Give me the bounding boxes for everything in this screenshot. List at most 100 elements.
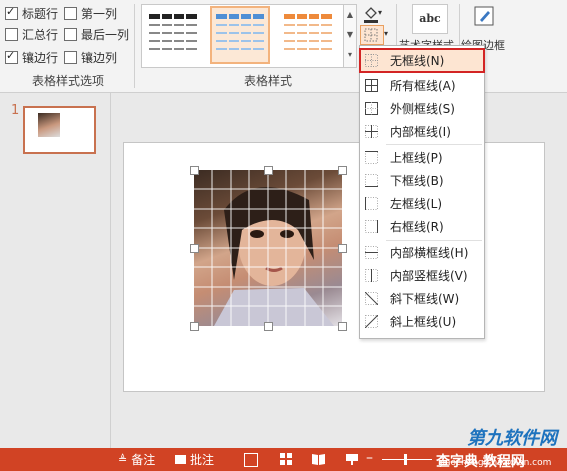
- gallery-more-icon[interactable]: ▾: [344, 45, 356, 65]
- table-style-plain[interactable]: [145, 8, 201, 62]
- slide-sorter-view-icon[interactable]: [280, 453, 292, 465]
- menu-item-label: 内部横框线(H): [390, 246, 469, 260]
- projector-icon: [346, 454, 358, 465]
- menu-item-label: 内部竖框线(V): [390, 269, 468, 283]
- comments-label: 批注: [190, 453, 215, 467]
- inside-vertical-border-icon: [365, 269, 378, 282]
- wordart-quick-styles-icon[interactable]: abc: [412, 4, 448, 34]
- menu-separator: [386, 144, 482, 145]
- menu-item-label: 无框线(N): [390, 54, 445, 68]
- slideshow-view-icon[interactable]: [346, 453, 358, 465]
- gallery-scroll-down-icon[interactable]: ▼: [344, 25, 356, 45]
- first-column-label: 第一列: [81, 6, 118, 21]
- checkbox-empty-icon: [5, 27, 18, 41]
- table-gridlines: [194, 170, 342, 326]
- draw-borders-icon: [474, 6, 494, 26]
- banded-columns-label: 镶边列: [81, 50, 118, 65]
- borders-dropdown-icon[interactable]: ▾: [384, 29, 388, 38]
- menu-item-label: 所有框线(A): [390, 79, 456, 93]
- menu-item-top-border[interactable]: 上框线(P): [360, 146, 484, 169]
- banded-rows-checkbox[interactable]: 镶边行: [5, 48, 58, 66]
- borders-icon: [364, 28, 378, 42]
- right-border-icon: [365, 220, 378, 233]
- group-divider: [134, 4, 135, 88]
- notes-label: 备注: [131, 453, 156, 467]
- menu-item-label: 内部框线(I): [390, 125, 451, 139]
- left-border-icon: [365, 197, 378, 210]
- menu-item-inside-horizontal-border[interactable]: 内部横框线(H): [360, 241, 484, 264]
- banded-rows-label: 镶边行: [22, 50, 59, 65]
- header-row-label: 标题行: [22, 6, 59, 21]
- reading-view-icon[interactable]: [312, 453, 325, 465]
- menu-item-inside-vertical-border[interactable]: 内部竖框线(V): [360, 264, 484, 287]
- menu-item-no-border[interactable]: 无框线(N): [359, 48, 485, 73]
- menu-item-all-borders[interactable]: 所有框线(A): [360, 74, 484, 97]
- total-row-checkbox[interactable]: 汇总行: [5, 25, 58, 43]
- total-row-label: 汇总行: [22, 27, 59, 42]
- borders-dropdown-menu: 无框线(N) 所有框线(A) 外侧框线(S) 内部框线(I) 上框线(P) 下框…: [359, 45, 485, 339]
- menu-item-label: 左框线(L): [390, 197, 443, 211]
- zoom-out-icon[interactable]: –: [366, 451, 373, 465]
- all-borders-icon: [365, 79, 378, 92]
- last-column-checkbox[interactable]: 最后一列: [64, 25, 129, 43]
- menu-item-label: 外侧框线(S): [390, 102, 455, 116]
- shading-dropdown-icon[interactable]: ▾: [378, 8, 382, 17]
- table-grid-overlay: [194, 170, 342, 326]
- menu-item-diagonal-up-border[interactable]: 斜上框线(U): [360, 310, 484, 333]
- comment-icon: [175, 455, 186, 464]
- checkbox-empty-icon: [64, 50, 77, 64]
- table-style-orange[interactable]: [280, 8, 336, 62]
- menu-item-inside-borders[interactable]: 内部框线(I): [360, 120, 484, 143]
- borders-button[interactable]: [360, 25, 384, 45]
- resize-handle[interactable]: [190, 166, 199, 175]
- outside-borders-icon: [365, 102, 378, 115]
- book-icon: [312, 454, 325, 465]
- menu-item-left-border[interactable]: 左框线(L): [360, 192, 484, 215]
- first-column-checkbox[interactable]: 第一列: [64, 4, 117, 22]
- checkbox-checked-icon: [5, 49, 18, 64]
- gallery-scroll-up-icon[interactable]: ▲: [344, 5, 356, 25]
- resize-handle[interactable]: [338, 244, 347, 253]
- draw-table-button[interactable]: [472, 4, 496, 28]
- table-style-blue[interactable]: [210, 6, 270, 64]
- inside-horizontal-border-icon: [365, 246, 378, 259]
- menu-item-outside-borders[interactable]: 外侧框线(S): [360, 97, 484, 120]
- menu-item-label: 上框线(P): [390, 151, 443, 165]
- menu-item-label: 斜下框线(W): [390, 292, 460, 306]
- normal-view-icon[interactable]: [244, 453, 258, 467]
- checkbox-empty-icon: [64, 6, 77, 20]
- table-style-blue-icon: [216, 14, 264, 52]
- slide-number: 1: [11, 103, 20, 118]
- zoom-slider[interactable]: [382, 459, 432, 460]
- table-style-options-group-label: 表格样式选项: [32, 74, 105, 88]
- inside-borders-icon: [365, 125, 378, 138]
- resize-handle[interactable]: [190, 322, 199, 331]
- table-style-plain-icon: [149, 14, 197, 52]
- diagonal-up-border-icon: [365, 315, 378, 328]
- menu-item-label: 右框线(R): [390, 220, 444, 234]
- resize-handle[interactable]: [190, 244, 199, 253]
- menu-item-bottom-border[interactable]: 下框线(B): [360, 169, 484, 192]
- banded-columns-checkbox[interactable]: 镶边列: [64, 48, 117, 66]
- table-styles-group-label: 表格样式: [244, 74, 293, 88]
- slide-thumbnail[interactable]: [23, 106, 96, 154]
- menu-item-right-border[interactable]: 右框线(R): [360, 215, 484, 238]
- comments-button[interactable]: 批注: [175, 451, 214, 468]
- no-border-icon: [365, 54, 378, 67]
- resize-handle[interactable]: [264, 166, 273, 175]
- menu-item-label: 下框线(B): [390, 174, 444, 188]
- diagonal-down-border-icon: [365, 292, 378, 305]
- header-row-checkbox[interactable]: 标题行: [5, 4, 58, 22]
- top-border-icon: [365, 151, 378, 164]
- bottom-border-icon: [365, 174, 378, 187]
- gallery-scroll: ▲ ▼ ▾: [343, 4, 357, 68]
- table-styles-gallery: [141, 4, 344, 68]
- resize-handle[interactable]: [338, 322, 347, 331]
- watermark-url: jiaocheng.chazidian.com: [440, 458, 552, 468]
- resize-handle[interactable]: [264, 322, 273, 331]
- checkbox-empty-icon: [64, 27, 77, 41]
- menu-item-diagonal-down-border[interactable]: 斜下框线(W): [360, 287, 484, 310]
- zoom-slider-thumb[interactable]: [404, 454, 407, 465]
- resize-handle[interactable]: [338, 166, 347, 175]
- notes-button[interactable]: ≜ 备注: [118, 451, 155, 468]
